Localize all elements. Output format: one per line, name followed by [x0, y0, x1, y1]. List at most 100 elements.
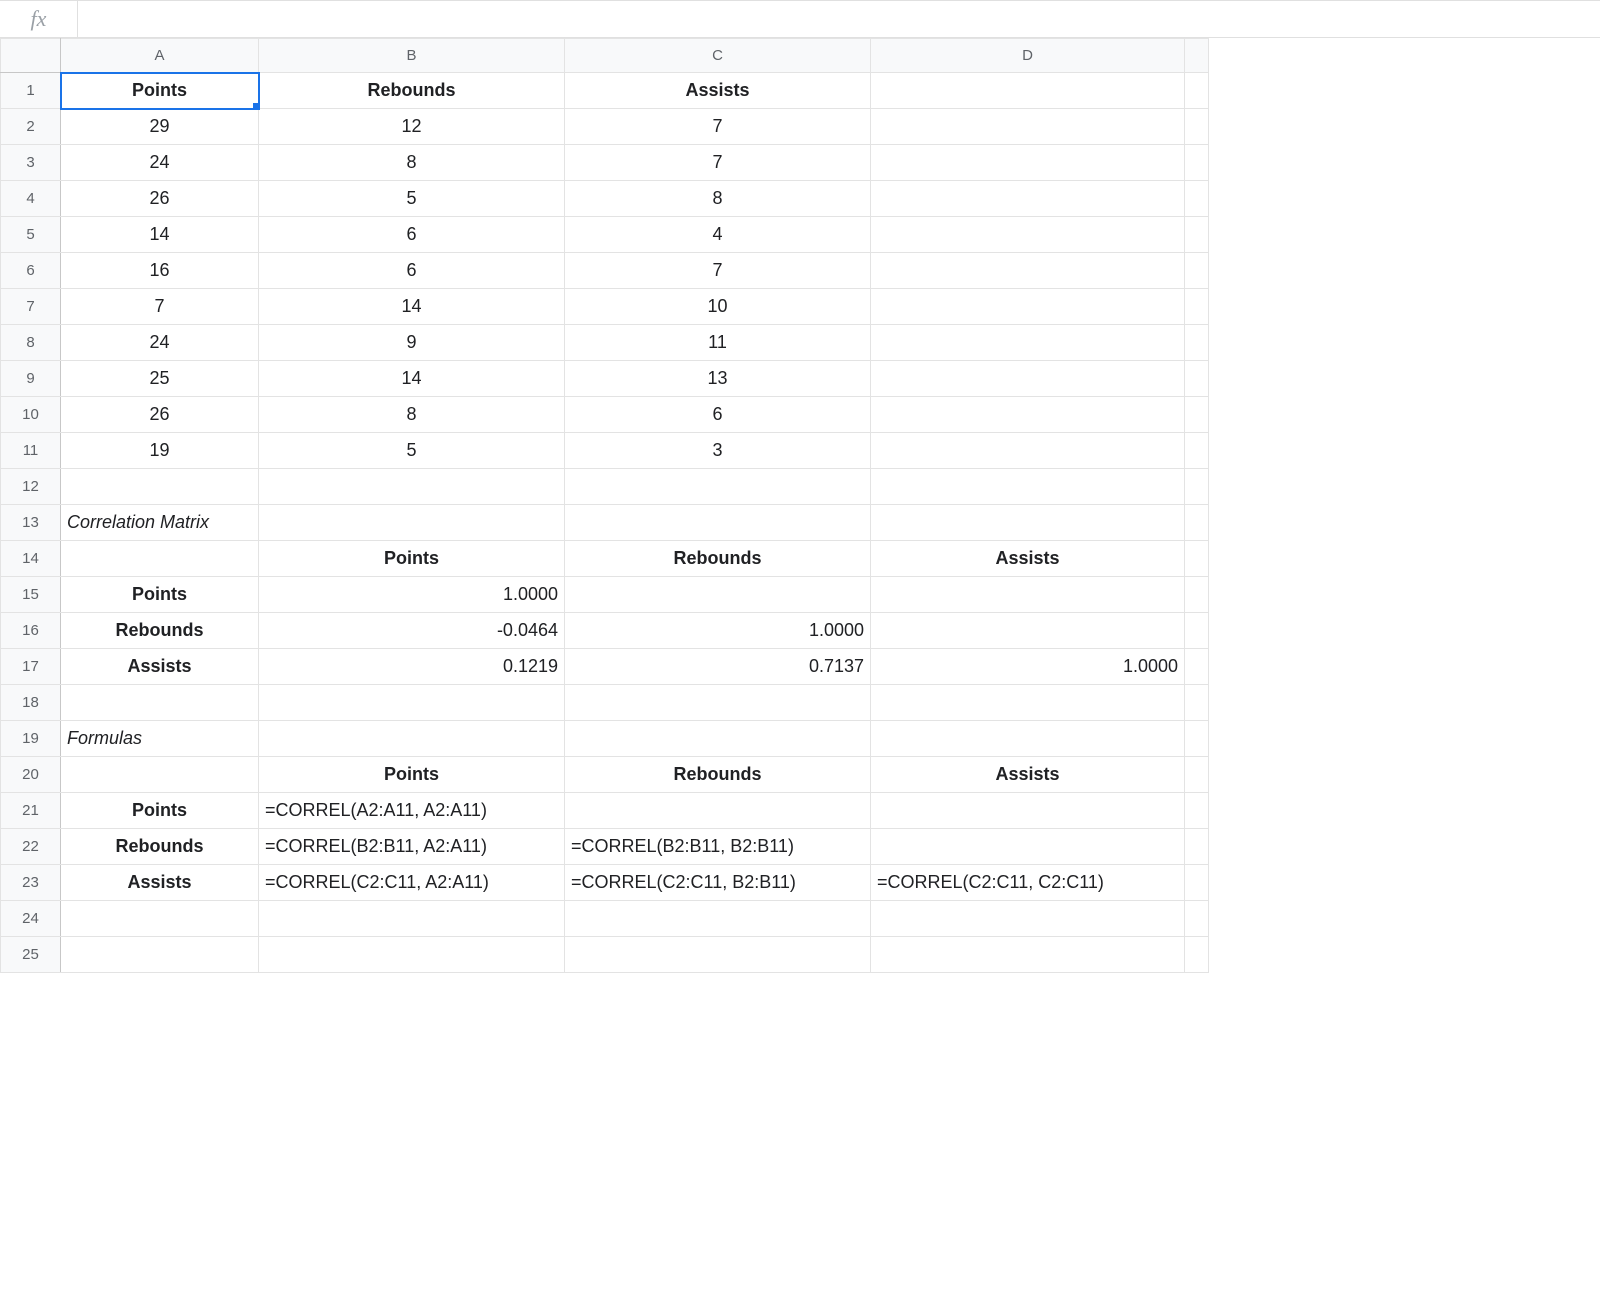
cell-A23[interactable]: Assists: [61, 865, 259, 901]
cell-E13[interactable]: [1185, 505, 1209, 541]
cell-D3[interactable]: [871, 145, 1185, 181]
cell-B3[interactable]: 8: [259, 145, 565, 181]
cell-C15[interactable]: [565, 577, 871, 613]
cell-D21[interactable]: [871, 793, 1185, 829]
cell-D17[interactable]: 1.0000: [871, 649, 1185, 685]
cell-C8[interactable]: 11: [565, 325, 871, 361]
cell-C22[interactable]: =CORREL(B2:B11, B2:B11): [565, 829, 871, 865]
column-header-D[interactable]: D: [871, 39, 1185, 73]
cell-A4[interactable]: 26: [61, 181, 259, 217]
cell-E6[interactable]: [1185, 253, 1209, 289]
cell-C23[interactable]: =CORREL(C2:C11, B2:B11): [565, 865, 871, 901]
cell-B6[interactable]: 6: [259, 253, 565, 289]
cell-B11[interactable]: 5: [259, 433, 565, 469]
cell-E12[interactable]: [1185, 469, 1209, 505]
cell-C13[interactable]: [565, 505, 871, 541]
column-header-extra[interactable]: [1185, 39, 1209, 73]
row-header-6[interactable]: 6: [1, 253, 61, 289]
row-header-17[interactable]: 17: [1, 649, 61, 685]
cell-A19[interactable]: Formulas: [61, 721, 259, 757]
row-header-25[interactable]: 25: [1, 937, 61, 973]
cell-D19[interactable]: [871, 721, 1185, 757]
cell-C2[interactable]: 7: [565, 109, 871, 145]
cell-D5[interactable]: [871, 217, 1185, 253]
cell-A24[interactable]: [61, 901, 259, 937]
cell-C16[interactable]: 1.0000: [565, 613, 871, 649]
row-header-1[interactable]: 1: [1, 73, 61, 109]
cell-B13[interactable]: [259, 505, 565, 541]
cell-A7[interactable]: 7: [61, 289, 259, 325]
row-header-21[interactable]: 21: [1, 793, 61, 829]
row-header-4[interactable]: 4: [1, 181, 61, 217]
cell-D23[interactable]: =CORREL(C2:C11, C2:C11): [871, 865, 1185, 901]
cell-D11[interactable]: [871, 433, 1185, 469]
row-header-18[interactable]: 18: [1, 685, 61, 721]
cell-A5[interactable]: 14: [61, 217, 259, 253]
cell-C25[interactable]: [565, 937, 871, 973]
cell-B4[interactable]: 5: [259, 181, 565, 217]
cell-C21[interactable]: [565, 793, 871, 829]
row-header-20[interactable]: 20: [1, 757, 61, 793]
cell-C7[interactable]: 10: [565, 289, 871, 325]
cell-A14[interactable]: [61, 541, 259, 577]
cell-C10[interactable]: 6: [565, 397, 871, 433]
cell-D8[interactable]: [871, 325, 1185, 361]
row-header-16[interactable]: 16: [1, 613, 61, 649]
cell-B17[interactable]: 0.1219: [259, 649, 565, 685]
cell-B5[interactable]: 6: [259, 217, 565, 253]
row-header-19[interactable]: 19: [1, 721, 61, 757]
cell-A1[interactable]: Points: [61, 73, 259, 109]
cell-E20[interactable]: [1185, 757, 1209, 793]
row-header-12[interactable]: 12: [1, 469, 61, 505]
cell-E3[interactable]: [1185, 145, 1209, 181]
cell-E7[interactable]: [1185, 289, 1209, 325]
cell-A9[interactable]: 25: [61, 361, 259, 397]
row-header-11[interactable]: 11: [1, 433, 61, 469]
cell-D20[interactable]: Assists: [871, 757, 1185, 793]
cell-D22[interactable]: [871, 829, 1185, 865]
cell-A20[interactable]: [61, 757, 259, 793]
cell-D15[interactable]: [871, 577, 1185, 613]
cell-D13[interactable]: [871, 505, 1185, 541]
cell-E17[interactable]: [1185, 649, 1209, 685]
cell-E11[interactable]: [1185, 433, 1209, 469]
cell-D16[interactable]: [871, 613, 1185, 649]
cell-C6[interactable]: 7: [565, 253, 871, 289]
column-header-B[interactable]: B: [259, 39, 565, 73]
cell-E22[interactable]: [1185, 829, 1209, 865]
cell-D2[interactable]: [871, 109, 1185, 145]
cell-E15[interactable]: [1185, 577, 1209, 613]
cell-B14[interactable]: Points: [259, 541, 565, 577]
column-header-A[interactable]: A: [61, 39, 259, 73]
row-header-10[interactable]: 10: [1, 397, 61, 433]
cell-B1[interactable]: Rebounds: [259, 73, 565, 109]
cell-B12[interactable]: [259, 469, 565, 505]
cell-A15[interactable]: Points: [61, 577, 259, 613]
row-header-22[interactable]: 22: [1, 829, 61, 865]
row-header-5[interactable]: 5: [1, 217, 61, 253]
cell-C5[interactable]: 4: [565, 217, 871, 253]
cell-D4[interactable]: [871, 181, 1185, 217]
cell-B20[interactable]: Points: [259, 757, 565, 793]
cell-C19[interactable]: [565, 721, 871, 757]
cell-D18[interactable]: [871, 685, 1185, 721]
row-header-24[interactable]: 24: [1, 901, 61, 937]
cell-E5[interactable]: [1185, 217, 1209, 253]
cell-E19[interactable]: [1185, 721, 1209, 757]
cell-D1[interactable]: [871, 73, 1185, 109]
spreadsheet-grid[interactable]: ABCD 1PointsReboundsAssists2291273248742…: [0, 38, 1209, 973]
cell-C12[interactable]: [565, 469, 871, 505]
select-all-corner[interactable]: [1, 39, 61, 73]
cell-A3[interactable]: 24: [61, 145, 259, 181]
cell-D25[interactable]: [871, 937, 1185, 973]
row-header-7[interactable]: 7: [1, 289, 61, 325]
cell-C20[interactable]: Rebounds: [565, 757, 871, 793]
cell-B2[interactable]: 12: [259, 109, 565, 145]
cell-E23[interactable]: [1185, 865, 1209, 901]
cell-C14[interactable]: Rebounds: [565, 541, 871, 577]
cell-E10[interactable]: [1185, 397, 1209, 433]
row-header-14[interactable]: 14: [1, 541, 61, 577]
cell-A22[interactable]: Rebounds: [61, 829, 259, 865]
fx-box[interactable]: fx: [0, 1, 78, 37]
cell-D24[interactable]: [871, 901, 1185, 937]
